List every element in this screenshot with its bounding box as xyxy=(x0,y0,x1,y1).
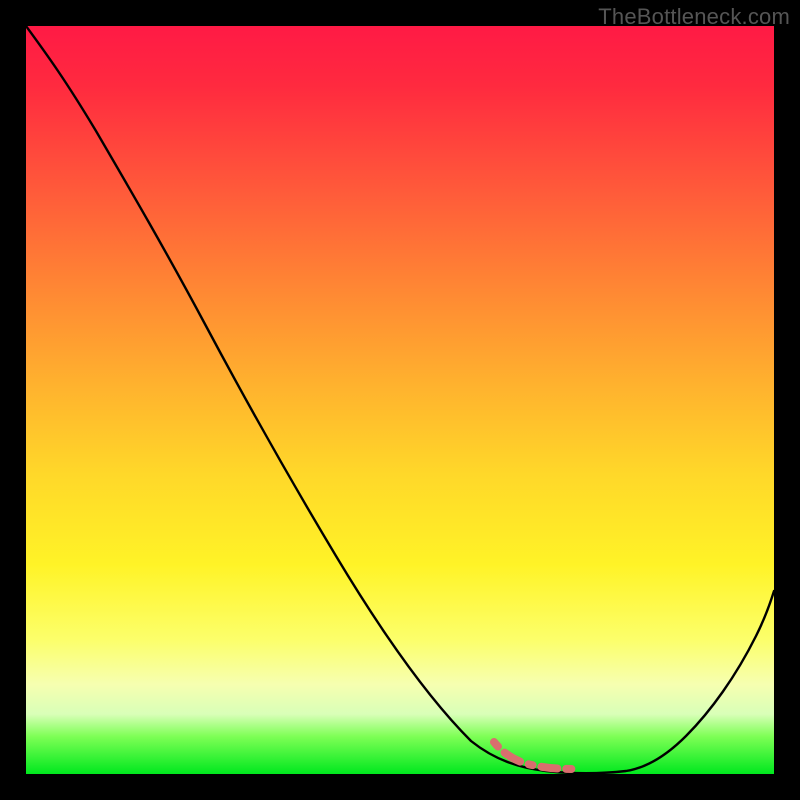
curve-layer xyxy=(26,26,774,774)
bottleneck-curve xyxy=(26,26,774,773)
watermark-text: TheBottleneck.com xyxy=(598,4,790,30)
plot-area xyxy=(26,26,774,774)
valley-marker xyxy=(494,742,650,769)
chart-frame: TheBottleneck.com xyxy=(0,0,800,800)
